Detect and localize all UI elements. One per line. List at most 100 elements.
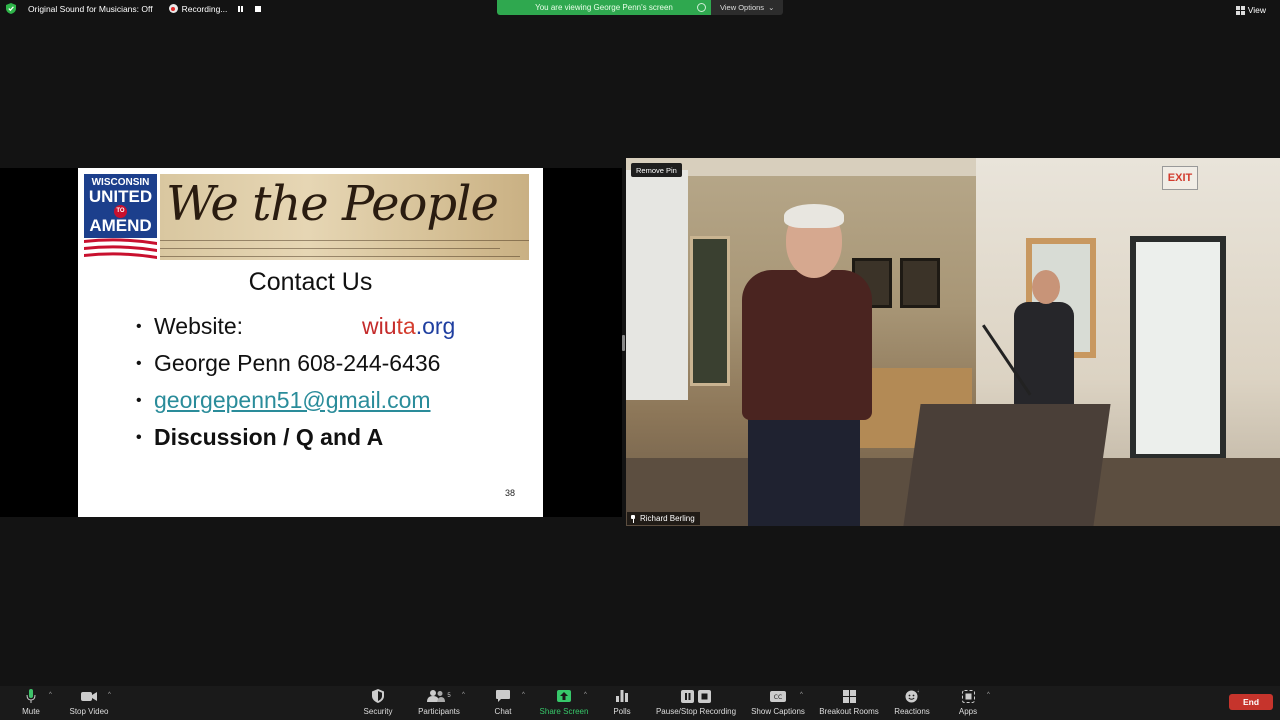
mute-button[interactable]: Mute — [18, 688, 44, 718]
shield-check-icon[interactable] — [6, 3, 16, 14]
shared-screen-area: WISCONSIN UNITED TO AMEND We the People … — [0, 168, 622, 517]
polls-button[interactable]: Polls — [608, 688, 636, 718]
end-meeting-button[interactable]: End — [1229, 694, 1273, 710]
discussion-text: Discussion / Q and A — [154, 424, 384, 450]
polls-bar-chart-icon — [616, 688, 628, 704]
participants-count: 5 — [447, 693, 451, 699]
pause-recording-icon[interactable] — [235, 4, 245, 14]
flag-stripes-icon — [84, 238, 157, 260]
breakout-rooms-label: Breakout Rooms — [819, 707, 879, 716]
participant-video[interactable]: EXIT — [626, 158, 1280, 526]
video-options-caret-icon[interactable]: ^ — [108, 692, 111, 698]
logo-line2: UNITED — [88, 187, 153, 206]
svg-text:CC: CC — [774, 694, 782, 701]
logo-line3: AMEND — [89, 216, 152, 235]
bullet-dot: • — [136, 391, 142, 409]
url-part3: .org — [415, 313, 456, 339]
show-captions-label: Show Captions — [751, 707, 805, 716]
share-screen-arrow-icon — [557, 688, 571, 704]
bullet-dot: • — [136, 317, 142, 335]
website-url[interactable]: wiuta.org — [362, 313, 455, 340]
chat-label: Chat — [494, 707, 512, 716]
participants-button[interactable]: 5 Participants — [414, 688, 464, 718]
bullet-dot: • — [136, 428, 142, 446]
pause-stop-recording-button[interactable]: Pause/Stop Recording — [654, 688, 738, 718]
recording-label: Recording... — [181, 3, 228, 14]
share-screen-label: Share Screen — [539, 707, 589, 716]
view-label: View — [1247, 5, 1266, 15]
meeting-toolbar: Mute ^ Stop Video ^ Security 5 Participa… — [0, 686, 1280, 720]
stop-video-button[interactable]: Stop Video — [66, 688, 112, 718]
chat-caret-icon[interactable]: ^ — [522, 692, 525, 698]
video-picture-frame — [900, 258, 940, 308]
security-button[interactable]: Security — [360, 688, 396, 718]
share-screen-caret-icon[interactable]: ^ — [584, 692, 587, 698]
polls-label: Polls — [613, 707, 631, 716]
bullet-email: • georgepenn51@gmail.com — [136, 387, 431, 414]
split-resize-handle[interactable] — [622, 335, 625, 351]
video-woman — [1010, 270, 1074, 410]
mute-options-caret-icon[interactable]: ^ — [49, 692, 52, 698]
breakout-rooms-grid-icon — [842, 688, 856, 704]
website-label: Website: — [154, 313, 244, 339]
url-part1: wiu — [362, 313, 397, 339]
slide-title: Contact Us — [248, 268, 373, 296]
bullet-dot: • — [136, 354, 142, 372]
original-sound-toggle[interactable]: Original Sound for Musicians: Off — [28, 4, 153, 14]
remove-pin-button[interactable]: Remove Pin — [631, 163, 682, 177]
reactions-button[interactable]: + Reactions — [892, 688, 932, 718]
captions-caret-icon[interactable]: ^ — [800, 692, 803, 698]
grid-view-icon — [1235, 5, 1245, 15]
we-the-people-banner: We the People — [160, 174, 529, 260]
microphone-icon — [26, 688, 36, 704]
top-left-status: Original Sound for Musicians: Off Record… — [6, 3, 263, 14]
view-options-label: View Options — [720, 3, 765, 12]
breakout-rooms-button[interactable]: Breakout Rooms — [817, 688, 881, 718]
apps-label: Apps — [958, 707, 978, 716]
presentation-slide: WISCONSIN UNITED TO AMEND We the People … — [78, 168, 543, 517]
apps-button[interactable]: Apps — [954, 688, 982, 718]
participants-label: Participants — [418, 707, 460, 716]
security-label: Security — [363, 707, 393, 716]
viewing-screen-banner: You are viewing George Penn's screen — [497, 0, 711, 15]
exit-sign: EXIT — [1162, 166, 1198, 190]
top-bar: Original Sound for Musicians: Off Record… — [0, 0, 1280, 22]
url-part2: ta — [396, 313, 416, 339]
banner-script: We the People — [166, 176, 499, 232]
video-glass-door — [1130, 236, 1226, 460]
svg-text:+: + — [917, 689, 919, 695]
pause-stop-recording-icon — [681, 688, 711, 704]
view-button[interactable]: View — [1235, 5, 1266, 15]
stop-recording-icon[interactable] — [253, 4, 263, 14]
participants-icon: 5 — [427, 688, 451, 704]
wisconsin-united-to-amend-logo: WISCONSIN UNITED TO AMEND — [84, 174, 157, 260]
video-speaker — [734, 204, 874, 526]
recording-dot-icon — [168, 4, 178, 13]
show-captions-button[interactable]: CC Show Captions — [749, 688, 807, 718]
apps-caret-icon[interactable]: ^ — [987, 692, 990, 698]
chevron-down-icon: ⌄ — [768, 3, 775, 12]
chat-button[interactable]: Chat — [490, 688, 516, 718]
recording-indicator: Recording... — [168, 3, 264, 14]
banner-status-icon — [697, 3, 706, 12]
participant-name-tag: Richard Berling — [627, 512, 700, 525]
email-link[interactable]: georgepenn51@gmail.com — [154, 387, 431, 414]
viewing-screen-text: You are viewing George Penn's screen — [535, 3, 673, 12]
participant-name: Richard Berling — [640, 514, 695, 523]
reactions-smiley-icon: + — [905, 688, 919, 704]
reactions-label: Reactions — [894, 707, 930, 716]
bullet-website: • Website: — [136, 313, 243, 340]
video-camera-icon — [81, 688, 97, 704]
video-projector-screen — [626, 170, 688, 400]
bullet-phone: • George Penn 608-244-6436 — [136, 350, 440, 377]
chat-bubble-icon — [496, 688, 510, 704]
stop-video-label: Stop Video — [69, 707, 109, 716]
video-window-left — [690, 236, 730, 386]
pause-stop-recording-label: Pause/Stop Recording — [655, 707, 737, 716]
phone-text: George Penn 608-244-6436 — [154, 350, 441, 376]
slide-page-number: 38 — [505, 488, 516, 498]
participants-caret-icon[interactable]: ^ — [462, 692, 465, 698]
security-shield-icon — [372, 688, 384, 704]
pin-icon — [630, 514, 636, 523]
view-options-button[interactable]: View Options ⌄ — [711, 0, 783, 15]
